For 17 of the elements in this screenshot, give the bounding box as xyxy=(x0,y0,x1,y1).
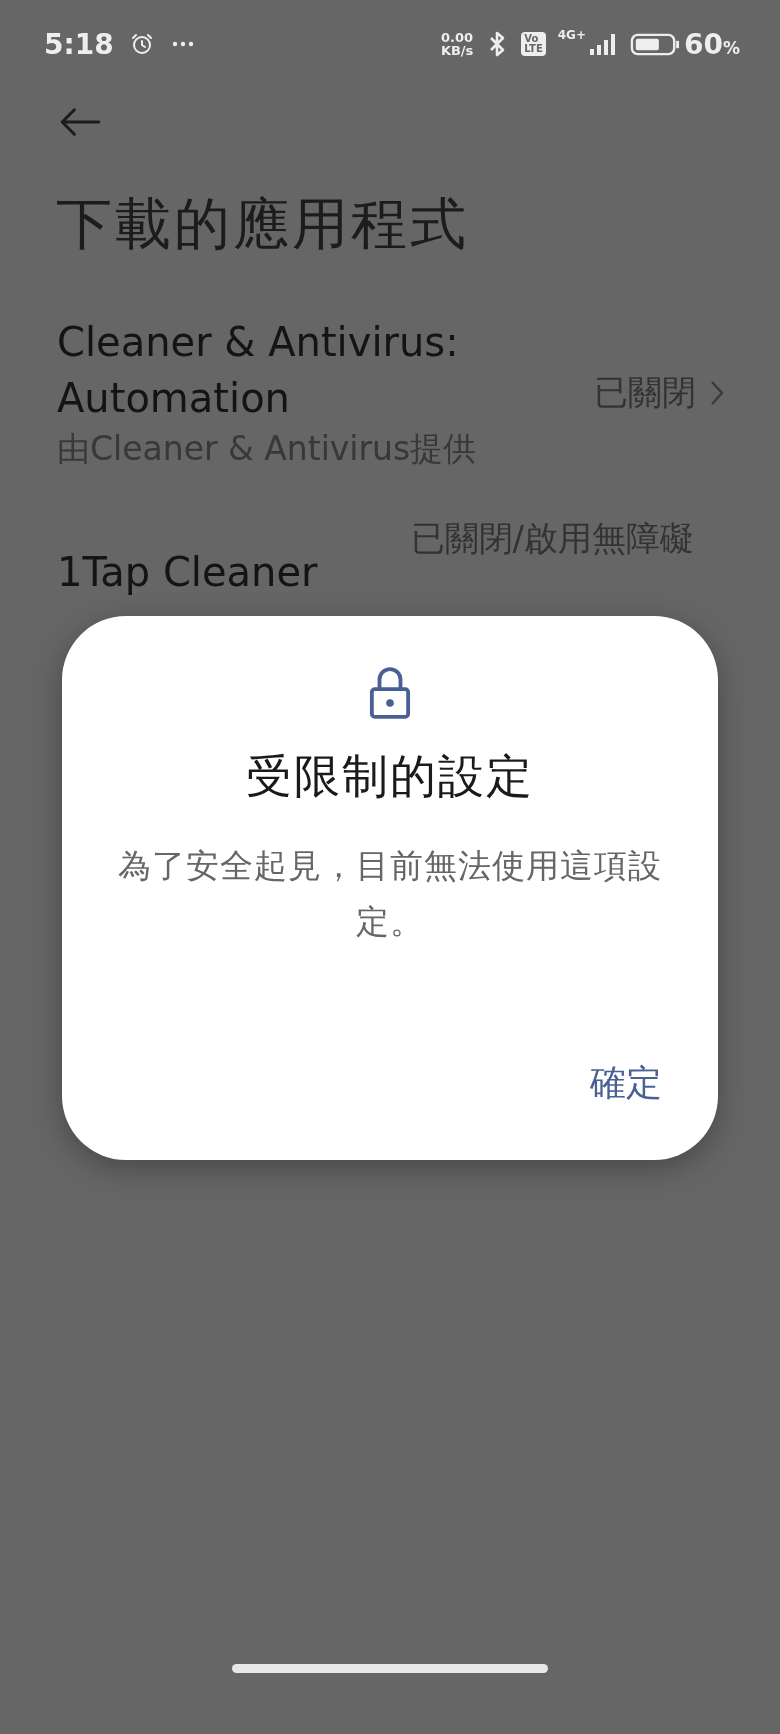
alarm-clock-icon xyxy=(129,32,154,56)
page-title: 下載的應用程式 xyxy=(56,190,470,258)
lock-icon xyxy=(369,666,411,720)
volte-badge: Vo LTE xyxy=(521,32,546,56)
more-notifications-icon xyxy=(171,41,194,47)
chevron-right-icon xyxy=(710,380,724,406)
app-name: 1Tap Cleaner xyxy=(57,548,319,597)
signal-icon xyxy=(588,31,618,57)
app-name: Cleaner & Antivirus: Automation xyxy=(57,318,460,423)
battery-percent: 60% xyxy=(684,27,740,61)
network-speed: 0.00 KB/s xyxy=(440,31,474,57)
dialog-title: 受限制的設定 xyxy=(246,748,534,805)
battery-icon xyxy=(630,31,680,57)
confirm-button[interactable]: 確定 xyxy=(586,1059,666,1108)
dialog-message: 為了安全起見，目前無法使用這項設定。 xyxy=(117,845,663,943)
network-type: 4G+ xyxy=(557,28,586,42)
status-time: 5:18 xyxy=(44,27,114,61)
